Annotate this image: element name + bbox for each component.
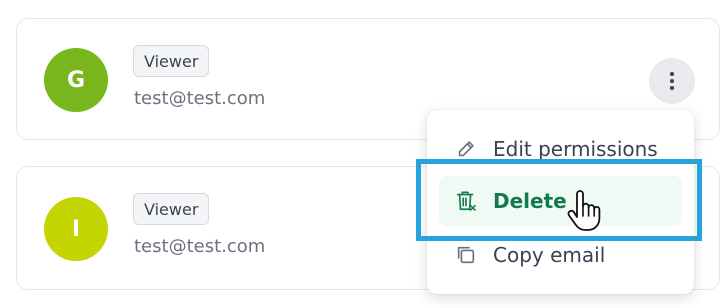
copy-icon <box>455 244 477 266</box>
kebab-dot <box>670 86 674 90</box>
role-badge: Viewer <box>133 45 210 77</box>
kebab-dot <box>670 79 674 83</box>
avatar: G <box>44 48 108 112</box>
context-menu: Edit permissions Delete Copy email <box>427 110 694 294</box>
more-options-button[interactable] <box>649 58 695 104</box>
role-badge: Viewer <box>133 193 210 225</box>
member-email: test@test.com <box>134 236 266 257</box>
copy-email-menu-item[interactable]: Copy email <box>439 230 682 280</box>
kebab-dot <box>670 72 674 76</box>
delete-menu-item[interactable]: Delete <box>439 176 682 226</box>
menu-item-label: Copy email <box>493 243 606 267</box>
edit-permissions-menu-item[interactable]: Edit permissions <box>439 124 682 174</box>
member-email: test@test.com <box>134 88 266 109</box>
trash-icon <box>455 189 477 213</box>
members-panel: G Viewer test@test.com I Viewer test@tes… <box>0 0 728 308</box>
avatar: I <box>44 197 108 261</box>
pencil-icon <box>455 138 477 160</box>
menu-item-label: Edit permissions <box>493 137 658 161</box>
menu-item-label: Delete <box>493 189 567 213</box>
